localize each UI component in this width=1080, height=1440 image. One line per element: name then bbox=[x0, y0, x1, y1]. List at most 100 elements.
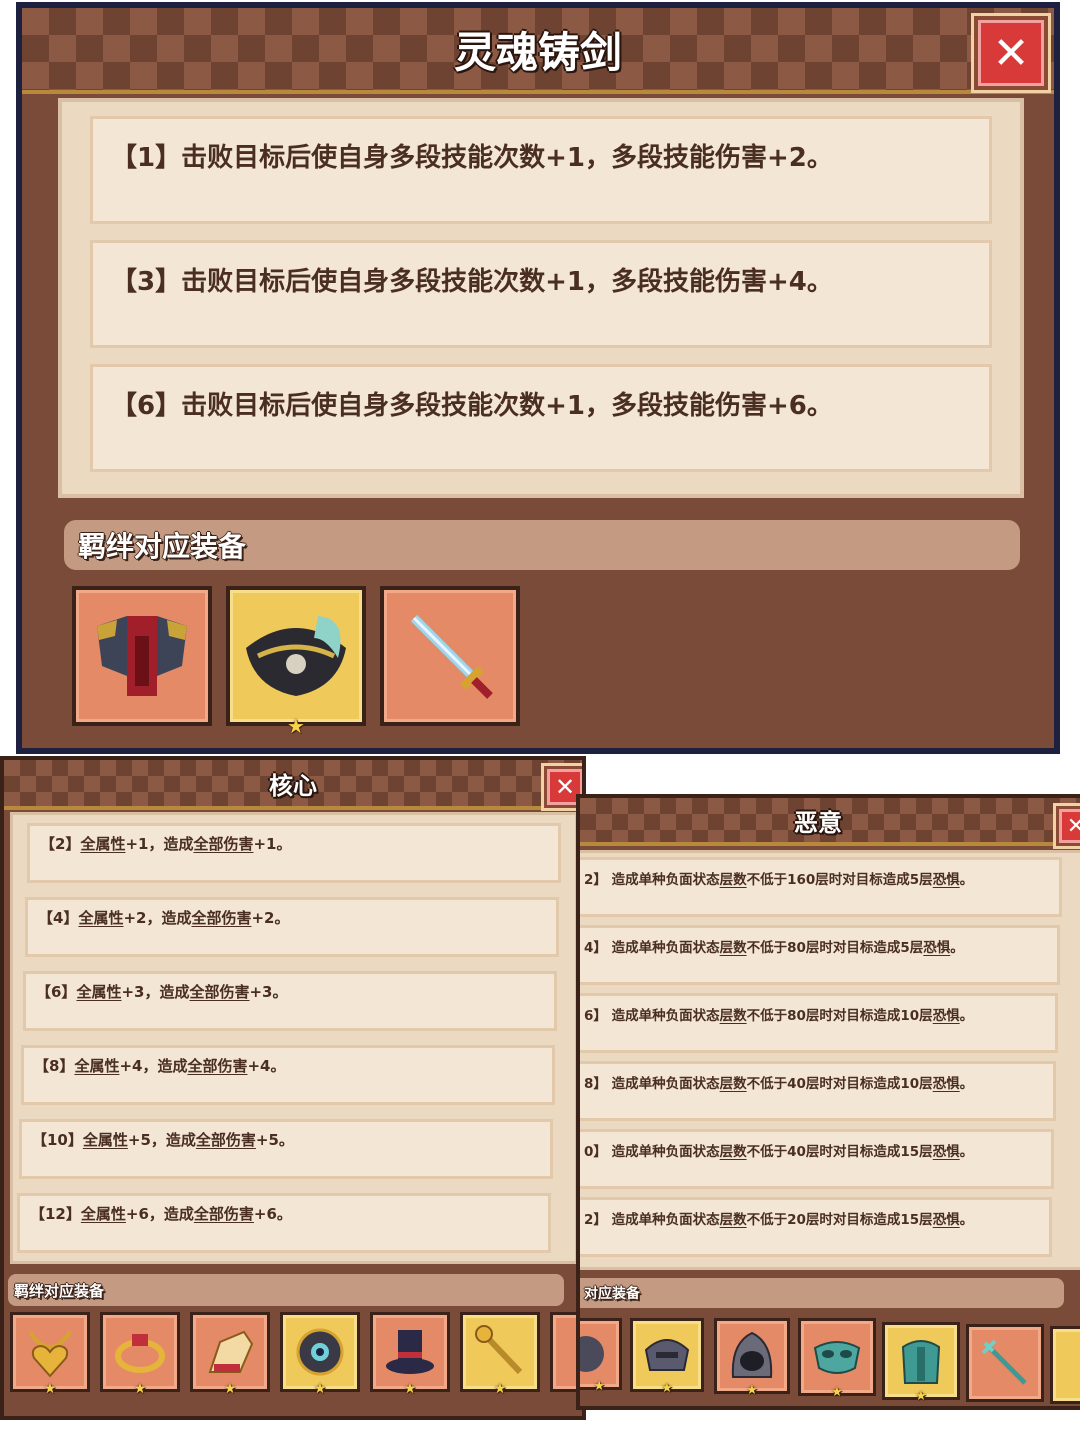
keyword-fear[interactable]: 恐惧 bbox=[933, 1144, 960, 1160]
bonus-text: +1，造成 bbox=[125, 835, 194, 853]
bonus-row: 【4】全属性+2，造成全部伤害+2。 bbox=[25, 897, 559, 957]
bonus-text: +5。 bbox=[255, 1131, 294, 1149]
equipment-slot-partial[interactable] bbox=[1050, 1326, 1080, 1404]
bonus-row: 0】 造成单种负面状态层数不低于40层时对目标造成15层恐惧。 bbox=[580, 1129, 1054, 1189]
keyword-all-attributes[interactable]: 全属性 bbox=[76, 983, 121, 1001]
equipment-slot[interactable]: ★ bbox=[190, 1312, 270, 1397]
equipment-slot-sword[interactable] bbox=[380, 586, 520, 726]
equipment-slot[interactable]: ★ bbox=[10, 1312, 90, 1397]
keyword-all-attributes[interactable]: 全属性 bbox=[80, 835, 125, 853]
bonus-text: 造成单种负面状态 bbox=[611, 1076, 720, 1092]
bonus-text: +6。 bbox=[253, 1205, 292, 1223]
equipment-slot[interactable]: ★ bbox=[714, 1318, 790, 1398]
keyword-all-damage[interactable]: 全部伤害 bbox=[187, 1057, 247, 1075]
panel-title: 核心 bbox=[269, 771, 317, 800]
star-icon: ★ bbox=[831, 1385, 843, 1400]
equipment-slot[interactable] bbox=[966, 1324, 1044, 1402]
bonus-text: +2。 bbox=[251, 909, 290, 927]
equipment-slot[interactable]: ★ bbox=[370, 1312, 450, 1397]
keyword-all-damage[interactable]: 全部伤害 bbox=[191, 909, 251, 927]
equipment-slot[interactable]: ★ bbox=[630, 1318, 704, 1396]
equipment-slot[interactable]: ★ bbox=[580, 1318, 622, 1394]
panel-title: 恶意 bbox=[794, 808, 842, 837]
keyword-all-attributes[interactable]: 全属性 bbox=[83, 1131, 128, 1149]
close-button[interactable]: ✕ bbox=[971, 13, 1051, 93]
equipment-slot[interactable]: ★ bbox=[100, 1312, 180, 1397]
bonus-text: 不低于40层时对目标造成10层 bbox=[746, 1076, 933, 1092]
bonus-text: 不低于40层时对目标造成15层 bbox=[746, 1144, 933, 1160]
keyword-fear[interactable]: 恐惧 bbox=[933, 872, 960, 888]
tier-label: 【8】 bbox=[34, 1057, 75, 1075]
bonus-text: 【1】击败目标后使自身多段技能次数+1，多段技能伤害+2。 bbox=[111, 143, 833, 173]
equipment-slot[interactable]: ★ bbox=[798, 1318, 876, 1400]
tier-label: 6】 bbox=[584, 1008, 607, 1024]
star-icon: ★ bbox=[661, 1381, 673, 1396]
bonus-list: 【1】击败目标后使自身多段技能次数+1，多段技能伤害+2。 【3】击败目标后使自… bbox=[58, 98, 1024, 498]
title-bar: 灵魂铸剑 bbox=[22, 8, 1054, 94]
soul-forge-panel: 灵魂铸剑 ✕ 【1】击败目标后使自身多段技能次数+1，多段技能伤害+2。 【3】… bbox=[16, 2, 1060, 754]
equipment-slot[interactable]: ★ bbox=[882, 1322, 960, 1404]
bonus-text: 造成单种负面状态 bbox=[611, 872, 720, 888]
keyword-all-damage[interactable]: 全部伤害 bbox=[193, 835, 253, 853]
bonus-text: 。 bbox=[959, 1076, 974, 1092]
title-bar: 恶意 bbox=[580, 798, 1080, 846]
equipment-slot[interactable]: ★ bbox=[460, 1312, 540, 1397]
section-title: 羁绊对应装备 bbox=[14, 1281, 105, 1300]
equipment-section-header: 羁绊对应装备 bbox=[64, 520, 1020, 570]
star-icon: ★ bbox=[746, 1383, 758, 1398]
tier-label: 【6】 bbox=[36, 983, 77, 1001]
keyword-all-damage[interactable]: 全部伤害 bbox=[194, 1205, 254, 1223]
star-icon: ★ bbox=[223, 1381, 237, 1397]
hood-icon bbox=[731, 1331, 773, 1378]
pirate-hat-icon bbox=[246, 616, 346, 696]
tier-label: 【2】 bbox=[40, 835, 81, 853]
bonus-text: 。 bbox=[959, 872, 974, 888]
bonus-text: +6，造成 bbox=[125, 1205, 194, 1223]
bonus-text: +1。 bbox=[253, 835, 292, 853]
bonus-text: 造成单种负面状态 bbox=[611, 940, 720, 956]
bonus-text: 不低于20层时对目标造成15层 bbox=[746, 1212, 933, 1228]
equipment-slot-armor[interactable] bbox=[72, 586, 212, 726]
keyword-stacks[interactable]: 层数 bbox=[720, 872, 747, 888]
bonus-text: 【6】击败目标后使自身多段技能次数+1，多段技能伤害+6。 bbox=[111, 391, 833, 421]
bonus-row: 6】 造成单种负面状态层数不低于80层时对目标造成10层恐惧。 bbox=[580, 993, 1058, 1053]
bonus-row: 【6】击败目标后使自身多段技能次数+1，多段技能伤害+6。 bbox=[90, 364, 992, 472]
keyword-fear[interactable]: 恐惧 bbox=[933, 1076, 960, 1092]
iron-helm-icon bbox=[644, 1339, 690, 1371]
bonus-text: 不低于160层时对目标造成5层 bbox=[746, 872, 933, 888]
keyword-all-attributes[interactable]: 全属性 bbox=[78, 909, 123, 927]
keyword-fear[interactable]: 恐惧 bbox=[933, 1212, 960, 1228]
bonus-text: 。 bbox=[959, 1144, 974, 1160]
tier-label: 2】 bbox=[584, 1212, 607, 1228]
equipment-slot-pirate-hat[interactable]: ★ bbox=[226, 586, 366, 736]
mask-icon bbox=[813, 1341, 861, 1374]
keyword-all-damage[interactable]: 全部伤害 bbox=[196, 1131, 256, 1149]
keyword-fear[interactable]: 恐惧 bbox=[923, 940, 950, 956]
bonus-text: 不低于80层时对目标造成10层 bbox=[746, 1008, 933, 1024]
trident-icon bbox=[981, 1339, 1027, 1385]
eye-amulet-icon bbox=[296, 1328, 344, 1376]
keyword-fear[interactable]: 恐惧 bbox=[933, 1008, 960, 1024]
keyword-all-attributes[interactable]: 全属性 bbox=[81, 1205, 126, 1223]
keyword-all-attributes[interactable]: 全属性 bbox=[74, 1057, 119, 1075]
close-icon: ✕ bbox=[1067, 814, 1080, 839]
bonus-text: 不低于80层时对目标造成5层 bbox=[746, 940, 924, 956]
ring-icon bbox=[115, 1334, 165, 1373]
keyword-stacks[interactable]: 层数 bbox=[720, 1212, 747, 1228]
star-icon: ★ bbox=[313, 1381, 327, 1397]
close-button[interactable]: ✕ bbox=[1053, 803, 1080, 849]
star-icon: ★ bbox=[493, 1381, 507, 1397]
keyword-stacks[interactable]: 层数 bbox=[720, 1076, 747, 1092]
bonus-row: 【3】击败目标后使自身多段技能次数+1，多段技能伤害+4。 bbox=[90, 240, 992, 348]
bonus-list: 【2】全属性+1，造成全部伤害+1。 【4】全属性+2，造成全部伤害+2。 【6… bbox=[10, 812, 578, 1264]
keyword-stacks[interactable]: 层数 bbox=[720, 1008, 747, 1024]
heart-necklace-icon bbox=[28, 1330, 72, 1378]
keyword-stacks[interactable]: 层数 bbox=[720, 1144, 747, 1160]
bonus-row: 2】 造成单种负面状态层数不低于20层时对目标造成15层恐惧。 bbox=[580, 1197, 1052, 1257]
keyword-all-damage[interactable]: 全部伤害 bbox=[189, 983, 249, 1001]
equipment-slot[interactable]: ★ bbox=[280, 1312, 360, 1397]
bonus-row: 4】 造成单种负面状态层数不低于80层时对目标造成5层恐惧。 bbox=[580, 925, 1060, 985]
star-icon: ★ bbox=[133, 1381, 147, 1397]
bonus-row: 【12】全属性+6，造成全部伤害+6。 bbox=[17, 1193, 551, 1253]
keyword-stacks[interactable]: 层数 bbox=[720, 940, 747, 956]
